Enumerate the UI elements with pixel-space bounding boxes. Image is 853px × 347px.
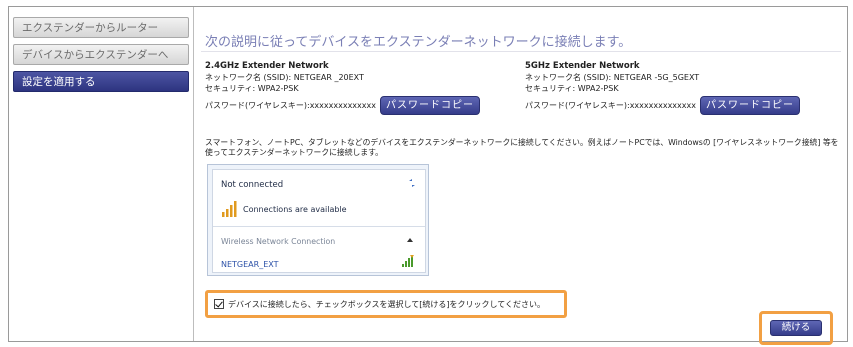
network-24ghz-info: 2.4GHz Extender Network ネットワーク名 (SSID): … bbox=[205, 61, 480, 115]
title-divider bbox=[201, 51, 841, 52]
instruction-text: スマートフォン、ノートPC、タブレットなどのデバイスをエクステンダーネットワーク… bbox=[205, 138, 839, 157]
network-24ghz-security: セキュリティ: WPA2-PSK bbox=[205, 84, 299, 93]
confirm-connection-checkbox-group: デバイスに接続したら、チェックボックスを選択して[続ける]をクリックしてください… bbox=[205, 290, 567, 318]
confirm-connection-label[interactable]: デバイスに接続したら、チェックボックスを選択して[続ける]をクリックしてください… bbox=[228, 299, 545, 310]
network-5ghz-info: 5GHz Extender Network ネットワーク名 (SSID): NE… bbox=[525, 61, 800, 115]
network-24ghz-password: パスワード(ワイヤレスキー):xxxxxxxxxxxxxx bbox=[205, 101, 376, 110]
wifi-bars-icon bbox=[222, 201, 237, 217]
continue-button[interactable]: 続ける bbox=[770, 320, 822, 336]
windows-wifi-popup-image: Not connected Connections are available … bbox=[207, 164, 429, 276]
collapse-caret-icon bbox=[407, 238, 413, 242]
page-title: 次の説明に従ってデバイスをエクステンダーネットワークに接続します。 bbox=[205, 35, 632, 50]
setup-frame: エクステンダーからルーター デバイスからエクステンダーへ 設定を適用する 次の説… bbox=[8, 6, 848, 345]
continue-highlight: 続ける bbox=[759, 311, 833, 345]
wifi-network-name: NETGEAR_EXT bbox=[221, 260, 279, 269]
sidebar-item-device-to-extender[interactable]: デバイスからエクステンダーへ bbox=[13, 44, 189, 65]
sidebar-item-extender-to-router[interactable]: エクステンダーからルーター bbox=[13, 17, 189, 38]
wifi-popup-panel: Not connected Connections are available … bbox=[212, 169, 426, 273]
network-5ghz-security: セキュリティ: WPA2-PSK bbox=[525, 84, 619, 93]
signal-strength-icon bbox=[402, 255, 414, 267]
connections-available: Connections are available bbox=[221, 200, 347, 218]
copy-password-5ghz-button[interactable]: パスワードコピー bbox=[699, 96, 800, 115]
network-5ghz-password: パスワード(ワイヤレスキー):xxxxxxxxxxxxxx bbox=[525, 101, 696, 110]
network-5ghz-ssid: ネットワーク名 (SSID): NETGEAR -5G_5GEXT bbox=[525, 73, 700, 82]
wifi-status-text: Not connected bbox=[221, 180, 284, 190]
sidebar-item-apply-settings[interactable]: 設定を適用する bbox=[13, 71, 189, 92]
wifi-popup-divider bbox=[213, 226, 425, 227]
confirm-connection-checkbox[interactable] bbox=[214, 299, 224, 309]
sidebar: エクステンダーからルーター デバイスからエクステンダーへ 設定を適用する bbox=[9, 7, 194, 341]
network-24ghz-heading: 2.4GHz Extender Network bbox=[205, 61, 329, 71]
wireless-network-connection-label: Wireless Network Connection bbox=[221, 237, 336, 246]
copy-password-24ghz-button[interactable]: パスワードコピー bbox=[379, 96, 480, 115]
network-24ghz-ssid: ネットワーク名 (SSID): NETGEAR _20EXT bbox=[205, 73, 364, 82]
refresh-icon bbox=[409, 179, 415, 187]
connections-available-text: Connections are available bbox=[243, 204, 347, 214]
network-5ghz-heading: 5GHz Extender Network bbox=[525, 61, 640, 71]
